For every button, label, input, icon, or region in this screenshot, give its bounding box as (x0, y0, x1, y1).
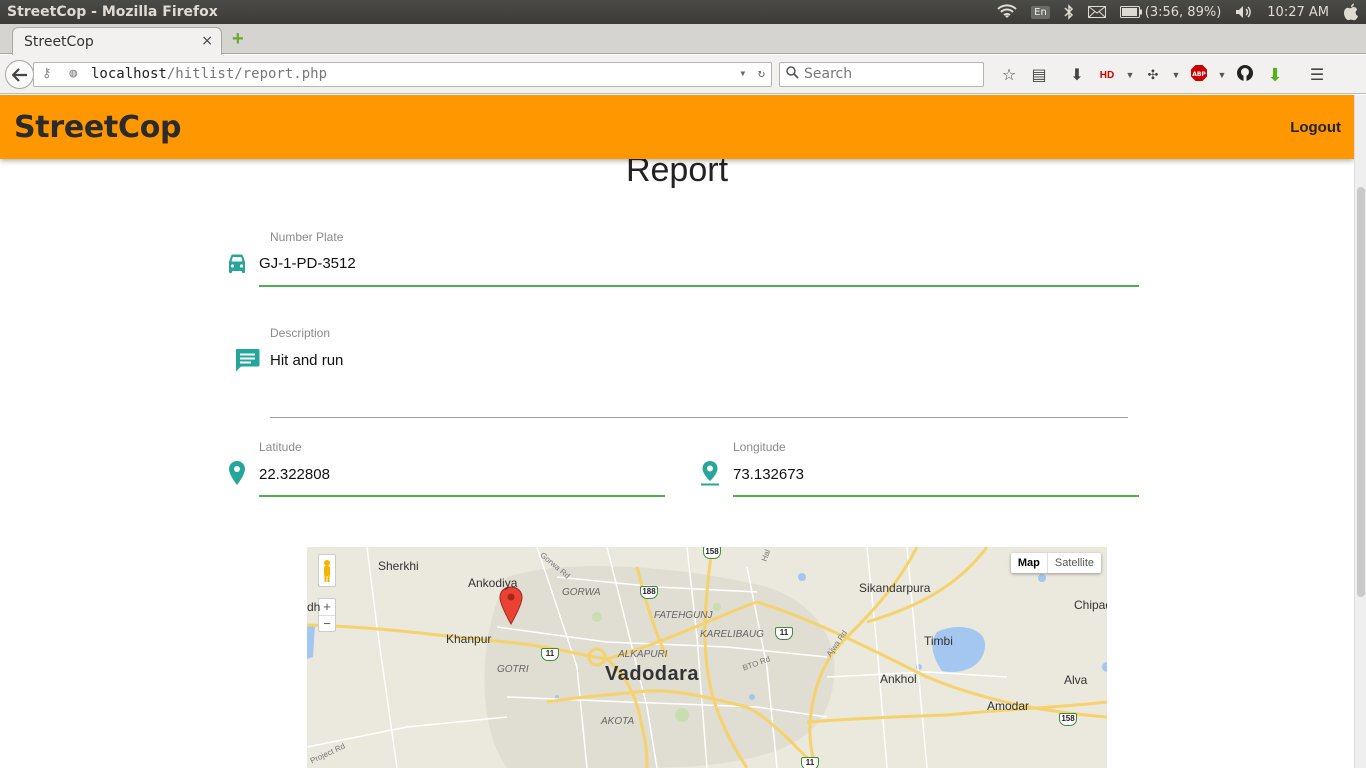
longitude-underline (733, 495, 1139, 497)
wifi-icon[interactable] (990, 0, 1024, 24)
latitude-input[interactable]: 22.322808 (259, 466, 330, 483)
longitude-input[interactable]: 73.132673 (733, 466, 804, 483)
map-label: Amodar (987, 699, 1030, 713)
zoom-in-button[interactable]: + (319, 599, 335, 615)
reload-icon[interactable]: ↻ (758, 66, 765, 80)
search-icon (786, 66, 799, 83)
map-label: Timbi (924, 634, 953, 648)
bluetooth-icon[interactable] (1057, 0, 1081, 24)
mail-icon[interactable] (1081, 0, 1113, 24)
zoom-out-button[interactable]: − (319, 616, 335, 632)
site-identity-key-icon[interactable]: ⚷ (42, 66, 52, 81)
map-label: Sikandarpura (859, 581, 931, 595)
search-input[interactable]: Search (779, 62, 984, 87)
map-type-satellite-button[interactable]: Satellite (1048, 553, 1101, 573)
page-content: StreetCop Logout Report Number Plate GJ-… (0, 95, 1354, 768)
map-label: dh (307, 600, 321, 614)
toolbar-icons: ☆ ▤ ⬇ HD ▼ ✣ ▼ ABP ▼ ⬇ ☰ (994, 63, 1332, 87)
highway-shield: 11 (801, 757, 819, 768)
description-underline (270, 417, 1128, 418)
map-label: Alva (1064, 673, 1088, 687)
bookmark-star-icon[interactable]: ☆ (994, 65, 1024, 85)
highway-shield: 11 (775, 627, 793, 640)
map-area-label: GOTRI (497, 664, 529, 675)
new-tab-button[interactable]: + (232, 29, 252, 50)
reading-list-icon[interactable]: ▤ (1024, 65, 1054, 85)
volume-icon[interactable] (1228, 0, 1260, 24)
highway-shield: 158 (1059, 713, 1077, 726)
tab-strip: StreetCop × + (0, 24, 1366, 55)
brand-logo[interactable]: StreetCop (14, 110, 181, 145)
adblock-icon[interactable]: ABP (1184, 64, 1214, 87)
location-pin-icon (701, 461, 719, 486)
map-city-label: Vadodara (605, 663, 700, 685)
battery-icon (1119, 6, 1142, 18)
github-icon[interactable] (1230, 64, 1260, 87)
message-icon (236, 349, 260, 372)
map-area-label: ALKAPURI (618, 649, 668, 660)
map-label: Ankodiya (468, 576, 518, 590)
map-type-control: Map Satellite (1010, 553, 1101, 573)
url-history-dropdown-icon[interactable]: ▾ (739, 66, 746, 80)
page-scrollbar[interactable] (1354, 95, 1366, 768)
adblock-dropdown-icon[interactable]: ▼ (1214, 70, 1230, 80)
number-plate-input[interactable]: GJ-1-PD-3512 (259, 255, 356, 272)
extension-puzzle-icon[interactable]: ✣ (1138, 67, 1168, 83)
close-tab-icon[interactable]: × (201, 33, 213, 49)
clock[interactable]: 10:27 AM (1260, 0, 1336, 24)
system-tray: En (3:56, 89%) 10:27 AM (990, 0, 1366, 24)
download-helper-icon[interactable]: ⬇ (1260, 65, 1290, 86)
extension-dropdown-icon[interactable]: ▼ (1168, 70, 1184, 80)
search-placeholder: Search (804, 66, 853, 82)
battery-text: (3:56, 89%) (1144, 4, 1222, 20)
tab-title: StreetCop (24, 34, 94, 50)
description-label: Description (270, 326, 331, 340)
map-area-label: GORWA (562, 587, 601, 598)
latitude-underline (259, 495, 665, 497)
hd-extension-dropdown-icon[interactable]: ▼ (1122, 70, 1138, 80)
window-title: StreetCop - Mozilla Firefox (7, 4, 218, 20)
downloads-icon[interactable]: ⬇ (1062, 65, 1092, 85)
longitude-label: Longitude (733, 440, 786, 454)
hd-extension-icon[interactable]: HD (1092, 70, 1122, 81)
logout-link[interactable]: Logout (1290, 119, 1341, 136)
map-label: Sherkhi (378, 559, 419, 573)
arrow-left-icon (11, 67, 27, 82)
url-path: /hitlist/report.php (166, 66, 328, 82)
globe-icon[interactable]: ◍ (69, 66, 77, 81)
app-header: StreetCop Logout (0, 95, 1354, 159)
back-button[interactable] (5, 60, 34, 89)
menu-hamburger-icon[interactable]: ☰ (1302, 65, 1332, 85)
battery-indicator[interactable]: (3:56, 89%) (1113, 0, 1229, 24)
street-view-pegman-icon[interactable] (318, 554, 336, 587)
map-tiles (307, 547, 1107, 768)
scrollbar-thumb[interactable] (1357, 187, 1365, 597)
highway-shield: 188 (640, 586, 658, 599)
map-label: Ankhol (880, 672, 917, 686)
highway-shield: 11 (541, 648, 559, 661)
map-area-label: FATEHGUNJ (654, 610, 713, 621)
map-area-label: KARELIBAUG (700, 629, 764, 640)
map-label: Chipad (1074, 598, 1107, 612)
apple-logo-icon[interactable] (1336, 0, 1366, 24)
navigation-toolbar: ⚷ ◍ localhost/hitlist/report.php ▾ ↻ Sea… (0, 55, 1366, 94)
keyboard-layout-indicator[interactable]: En (1024, 0, 1057, 24)
number-plate-label: Number Plate (270, 230, 344, 244)
tab-streetcop[interactable]: StreetCop × (12, 27, 222, 55)
location-pin-icon (229, 461, 245, 485)
zoom-control: + − (318, 598, 336, 632)
car-icon (229, 254, 245, 273)
map-label: Khanpur (446, 632, 492, 646)
url-bar[interactable]: ⚷ ◍ localhost/hitlist/report.php ▾ ↻ (33, 62, 772, 87)
highway-shield: 158 (703, 547, 721, 559)
google-map[interactable]: + − Map Satellite Sherkhi Ankodiya Khanp… (307, 547, 1107, 768)
map-type-map-button[interactable]: Map (1011, 553, 1048, 573)
map-area-label: AKOTA (601, 716, 635, 727)
svg-text:ABP: ABP (1192, 71, 1206, 78)
description-textarea[interactable]: Hit and run (270, 352, 343, 369)
latitude-label: Latitude (259, 440, 302, 454)
number-plate-underline (259, 285, 1139, 287)
os-top-bar: StreetCop - Mozilla Firefox En (3:56, 89… (0, 0, 1366, 24)
url-host: localhost (91, 66, 167, 82)
